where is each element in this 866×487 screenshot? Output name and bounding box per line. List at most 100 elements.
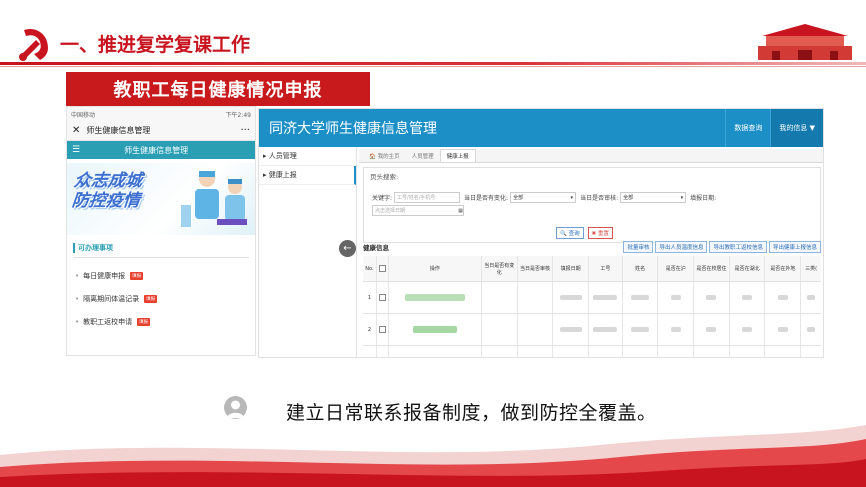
redacted-value: [559, 295, 582, 300]
bullet-icon: •: [75, 272, 80, 280]
todo-item-label: 每日健康申报: [83, 272, 126, 280]
col-select-all[interactable]: [377, 256, 389, 281]
todo-item-quarantine-temp[interactable]: • 隔离期间体温记录 填报: [75, 294, 249, 304]
row-number: 2: [363, 314, 377, 345]
arrow-left-icon[interactable]: ←: [339, 240, 356, 257]
row-action[interactable]: [389, 314, 482, 345]
row-action[interactable]: [389, 282, 482, 313]
row-out-of-town: [765, 282, 802, 313]
search-row: 关键字: 工号/姓名/手机号 当日是否有变化: 全部 ▾ 当日是否审核: 全部 …: [372, 192, 716, 203]
reviewed-select[interactable]: 全部 ▾: [620, 192, 687, 203]
date-label: 填报日期:: [690, 195, 717, 202]
table-header: No. 操作 当日是否有变化 当日是否审核 填报日期 工号 姓名 是否在沪 是否…: [363, 256, 821, 282]
row-out-of-town: [765, 314, 802, 345]
batch-review-button[interactable]: 批量审核: [623, 241, 654, 253]
todo-badge: 填报: [137, 318, 151, 326]
row-staff-id: [589, 314, 623, 345]
phone-screenshot: 中国移动 下午2:49 ✕ 师生健康信息管理 ··· ☰ 师生健康信息管理 众志…: [66, 106, 256, 356]
party-emblem-icon: [19, 28, 48, 61]
row-on-campus: [694, 314, 730, 345]
table-row[interactable]: 3: [363, 346, 821, 357]
list-header: 健康信息 批量审核 导出人员温度信息 导出教职工返校信息 导出健康上报信息: [363, 240, 821, 254]
keyword-input[interactable]: 工号/姓名/手机号: [394, 192, 461, 203]
phone-status-bar: 中国移动 下午2:49: [67, 107, 255, 121]
footer-wave-decoration: [0, 425, 866, 487]
row-number: 3: [363, 346, 377, 357]
redacted-action[interactable]: [404, 294, 465, 301]
row-reviewed: [518, 346, 554, 357]
row-category: [801, 282, 821, 313]
changed-select[interactable]: 全部 ▾: [510, 192, 577, 203]
col-in-shanghai: 是否在沪: [658, 256, 695, 281]
redacted-value: [742, 295, 753, 300]
row-category: [801, 314, 821, 345]
redacted-value: [631, 295, 650, 300]
todo-item-return-request[interactable]: • 教职工返校申请 填报: [75, 317, 249, 327]
hamburger-menu-icon[interactable]: ☰: [72, 145, 80, 155]
export-health-button[interactable]: 导出健康上报信息: [768, 241, 821, 253]
tab-personnel[interactable]: 人员管理: [406, 150, 440, 162]
search-legend: 页头搜索:: [370, 173, 399, 181]
row-changed: [482, 346, 518, 357]
row-in-shanghai: [658, 346, 695, 357]
tab-health-report[interactable]: 健康上报: [439, 149, 476, 162]
col-staff-id: 工号: [589, 256, 623, 281]
redacted-value: [706, 295, 717, 300]
checkbox-icon[interactable]: [378, 265, 386, 272]
row-name: [623, 346, 659, 357]
phone-nav-title: 师生健康信息管理: [124, 145, 189, 155]
more-icon[interactable]: ···: [240, 125, 250, 136]
row-date: [553, 282, 590, 313]
reset-button[interactable]: ✖ 重置: [587, 227, 613, 239]
col-no: No.: [363, 256, 377, 281]
table-row[interactable]: 2: [363, 314, 821, 346]
row-select[interactable]: [377, 282, 389, 313]
date-input[interactable]: 点击选择日期 ▦: [372, 205, 464, 216]
reviewed-label: 当日是否审核:: [580, 195, 619, 202]
redacted-value: [807, 295, 816, 300]
export-return-button[interactable]: 导出教职工返校信息: [709, 241, 767, 253]
todo-badge: 填报: [130, 272, 144, 280]
redacted-value: [742, 327, 753, 332]
sidebar-item-health-report[interactable]: ▸ 健康上报: [259, 166, 356, 185]
web-app-title: 同济大学师生健康信息管理: [269, 121, 437, 137]
close-icon[interactable]: ✕: [72, 125, 80, 136]
tab-bar: 🏠 我的主页 人员管理 健康上报: [359, 149, 823, 163]
row-in-shanghai: [658, 282, 695, 313]
web-header: 同济大学师生健康信息管理 数据查询 我的信息 ▼: [259, 109, 823, 147]
col-reviewed: 当日是否审核: [518, 256, 554, 281]
checkbox-icon[interactable]: [378, 294, 386, 301]
row-changed: [482, 282, 518, 313]
row-select[interactable]: [377, 346, 389, 357]
row-action[interactable]: [389, 346, 482, 357]
row-on-campus: [694, 282, 730, 313]
row-select[interactable]: [377, 314, 389, 345]
col-category: 三类(: [805, 266, 818, 272]
query-button[interactable]: 🔍 查询: [556, 227, 584, 239]
row-changed: [482, 314, 518, 345]
col-changed: 当日是否有变化: [482, 256, 518, 281]
nav-my-info[interactable]: 我的信息 ▼: [770, 109, 823, 147]
clock-label: 下午2:49: [225, 111, 251, 119]
tab-home[interactable]: 🏠 我的主页: [363, 150, 406, 162]
table-row[interactable]: 1: [363, 282, 821, 314]
redacted-action[interactable]: [412, 326, 457, 333]
row-in-hubei: [730, 346, 766, 357]
nav-data-query[interactable]: 数据查询: [725, 109, 770, 147]
sidebar-item-personnel[interactable]: ▸ 人员管理: [259, 147, 356, 166]
web-screenshot: 同济大学师生健康信息管理 数据查询 我的信息 ▼ ▸ 人员管理 ▸ 健康上报 🏠…: [258, 108, 824, 358]
carrier-label: 中国移动: [71, 111, 96, 119]
redacted-value: [777, 295, 788, 300]
dropdown-arrow-icon: ▾: [680, 194, 684, 201]
health-table: No. 操作 当日是否有变化 当日是否审核 填报日期 工号 姓名 是否在沪 是否…: [363, 256, 821, 357]
redacted-value: [807, 327, 816, 332]
checkbox-icon[interactable]: [378, 326, 386, 333]
export-temperature-button[interactable]: 导出人员温度信息: [655, 241, 708, 253]
todo-item-label: 教职工返校申请: [83, 318, 133, 326]
list-title: 健康信息: [363, 244, 389, 252]
phone-titlebar: ✕ 师生健康信息管理 ···: [67, 121, 255, 141]
todo-item-health-report[interactable]: • 每日健康申报 填报: [75, 271, 249, 281]
col-action: 操作: [389, 256, 482, 281]
row-in-hubei: [730, 282, 766, 313]
changed-label: 当日是否有变化:: [464, 195, 509, 202]
